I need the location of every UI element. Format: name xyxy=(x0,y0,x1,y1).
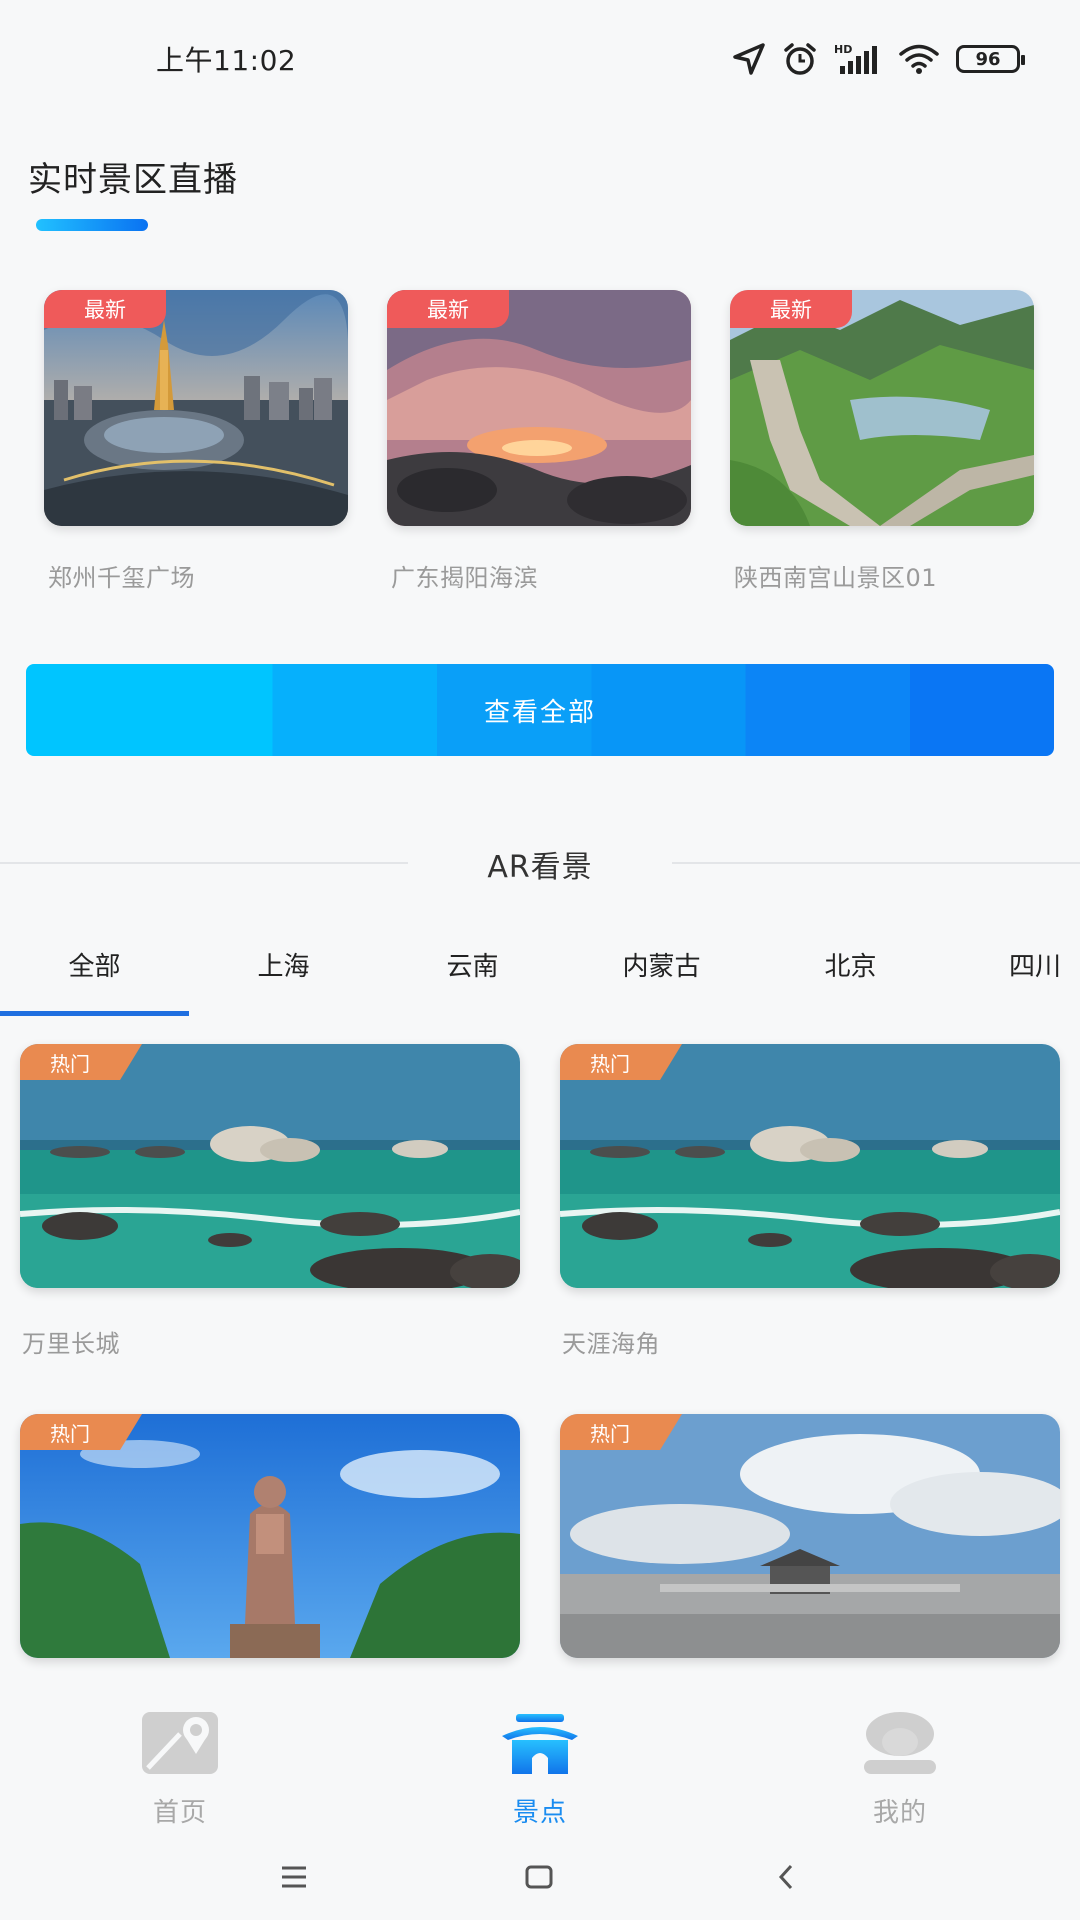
status-bar: 上午11:02 HD 96 xyxy=(0,0,1080,118)
live-name: 郑州千玺广场 xyxy=(48,564,195,592)
battery-level: 96 xyxy=(975,48,1001,70)
nav-item-home[interactable]: 首页 xyxy=(100,1710,260,1829)
spot-thumbnail[interactable]: 热门 xyxy=(560,1044,1060,1288)
spot-name: 万里长城 xyxy=(22,1330,120,1358)
live-thumbnail[interactable]: 最新 xyxy=(44,290,348,526)
tab-all[interactable]: 全部 xyxy=(0,940,189,1016)
buddha-statue-image xyxy=(20,1414,520,1658)
tab-indicator xyxy=(0,1011,189,1016)
beach-rocks-image xyxy=(20,1044,520,1288)
back-icon[interactable] xyxy=(776,1862,796,1892)
spot-thumbnail[interactable]: 热门 xyxy=(560,1414,1060,1658)
profile-icon xyxy=(864,1712,936,1774)
pavilion-icon xyxy=(502,1714,578,1774)
spot-name: 天涯海角 xyxy=(562,1330,660,1358)
beach-rocks-image xyxy=(560,1044,1060,1288)
live-thumbnail[interactable]: 最新 xyxy=(387,290,691,526)
system-nav-bar xyxy=(0,1840,1080,1920)
new-badge: 最新 xyxy=(730,290,852,328)
live-list: 最新 郑州千玺广场 最新 广东揭阳海滨 最新 陕西南宫山景区01 xyxy=(44,290,1044,600)
live-name: 陕西南宫山景区01 xyxy=(734,564,938,592)
tab-yunnan[interactable]: 云南 xyxy=(378,940,567,1016)
tab-inner-mongolia[interactable]: 内蒙古 xyxy=(567,940,756,1016)
spot-card[interactable]: 热门 xyxy=(560,1414,1060,1658)
live-section-title: 实时景区直播 xyxy=(28,160,238,200)
tab-sichuan[interactable]: 四川 xyxy=(945,940,1080,1016)
hd-signal-icon: HD xyxy=(834,43,877,74)
tab-beijing[interactable]: 北京 xyxy=(756,940,945,1016)
region-tabs: 全部 上海 云南 内蒙古 北京 四川 xyxy=(0,940,1080,1016)
svg-text:HD: HD xyxy=(834,43,852,56)
temple-plaza-image xyxy=(560,1414,1060,1658)
spot-thumbnail[interactable]: 热门 xyxy=(20,1044,520,1288)
live-card[interactable]: 最新 广东揭阳海滨 xyxy=(387,290,691,593)
status-time: 上午11:02 xyxy=(156,44,297,77)
battery-icon: 96 xyxy=(956,45,1025,73)
nav-label: 我的 xyxy=(872,1798,927,1828)
location-icon xyxy=(733,43,765,75)
spot-card[interactable]: 热门 天涯海角 xyxy=(560,1044,1060,1359)
alarm-icon xyxy=(784,43,816,75)
live-card[interactable]: 最新 郑州千玺广场 xyxy=(44,290,348,593)
nav-item-attractions[interactable]: 景点 xyxy=(460,1710,620,1829)
live-thumbnail[interactable]: 最新 xyxy=(730,290,1034,526)
title-underline xyxy=(36,219,148,231)
spot-card[interactable]: 热门 万里长城 xyxy=(20,1044,520,1359)
nav-label: 首页 xyxy=(152,1798,207,1828)
map-icon xyxy=(142,1712,218,1774)
live-name: 广东揭阳海滨 xyxy=(391,564,538,592)
nav-label: 景点 xyxy=(512,1798,567,1828)
ar-section-title: AR看景 xyxy=(487,850,593,885)
menu-icon[interactable] xyxy=(280,1862,308,1892)
nav-item-profile[interactable]: 我的 xyxy=(820,1710,980,1829)
wifi-icon xyxy=(899,44,939,74)
new-badge: 最新 xyxy=(387,290,509,328)
view-all-button[interactable]: 查看全部 xyxy=(26,664,1054,756)
spot-card[interactable]: 热门 xyxy=(20,1414,520,1658)
divider-line xyxy=(672,862,1080,864)
bottom-nav: 首页 景点 我的 xyxy=(0,1674,1080,1830)
ar-section-header: AR看景 xyxy=(0,838,1080,888)
spot-thumbnail[interactable]: 热门 xyxy=(20,1414,520,1658)
tab-shanghai[interactable]: 上海 xyxy=(189,940,378,1016)
home-icon[interactable] xyxy=(524,1862,554,1892)
live-card[interactable]: 最新 陕西南宫山景区01 xyxy=(730,290,1034,593)
new-badge: 最新 xyxy=(44,290,166,328)
status-icons: HD 96 xyxy=(732,42,1025,76)
